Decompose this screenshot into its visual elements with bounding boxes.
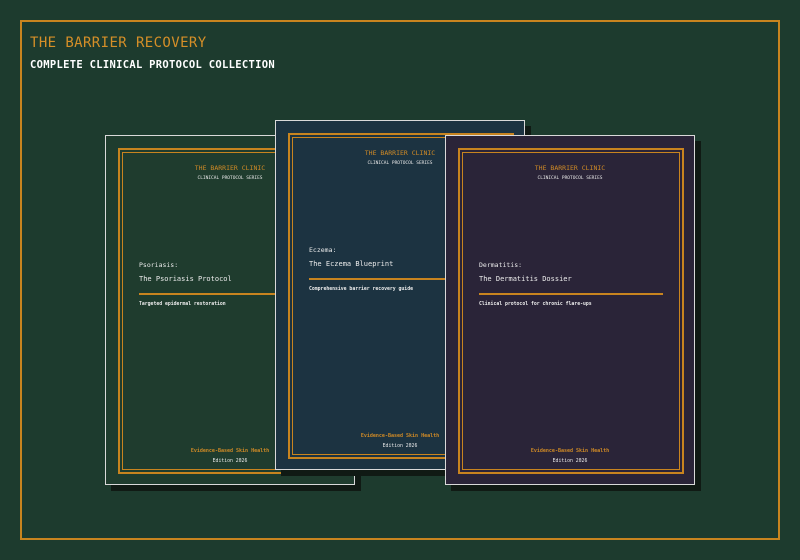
- book-condition: Dermatitis:: [479, 261, 523, 269]
- book-series: CLINICAL PROTOCOL SERIES: [537, 176, 603, 181]
- book-tagline: Targeted epidermal restoration: [139, 302, 226, 307]
- book-cover: THE BARRIER CLINIC CLINICAL PROTOCOL SER…: [445, 135, 695, 485]
- book-tagline: Clinical protocol for chronic flare-ups: [479, 302, 592, 307]
- book-publisher: THE BARRIER CLINIC: [534, 164, 606, 172]
- book-title: The Psoriasis Protocol: [139, 275, 232, 283]
- book-condition: Eczema:: [309, 246, 337, 254]
- cover-frame: [458, 148, 684, 474]
- title-divider: [479, 293, 663, 295]
- cover-inner-frame: [462, 152, 680, 470]
- book-condition: Psoriasis:: [139, 261, 179, 269]
- book-title: The Eczema Blueprint: [309, 260, 394, 268]
- page-title: THE BARRIER RECOVERY: [30, 35, 207, 51]
- book-tagline: Comprehensive barrier recovery guide: [309, 287, 413, 292]
- page-subtitle: COMPLETE CLINICAL PROTOCOL COLLECTION: [30, 59, 275, 71]
- book-footer: Evidence-Based Skin Health: [530, 448, 610, 454]
- book-dermatitis: THE BARRIER CLINIC CLINICAL PROTOCOL SER…: [445, 135, 701, 491]
- book-title: The Dermatitis Dossier: [479, 275, 572, 283]
- book-edition: Edition 2026: [552, 459, 588, 464]
